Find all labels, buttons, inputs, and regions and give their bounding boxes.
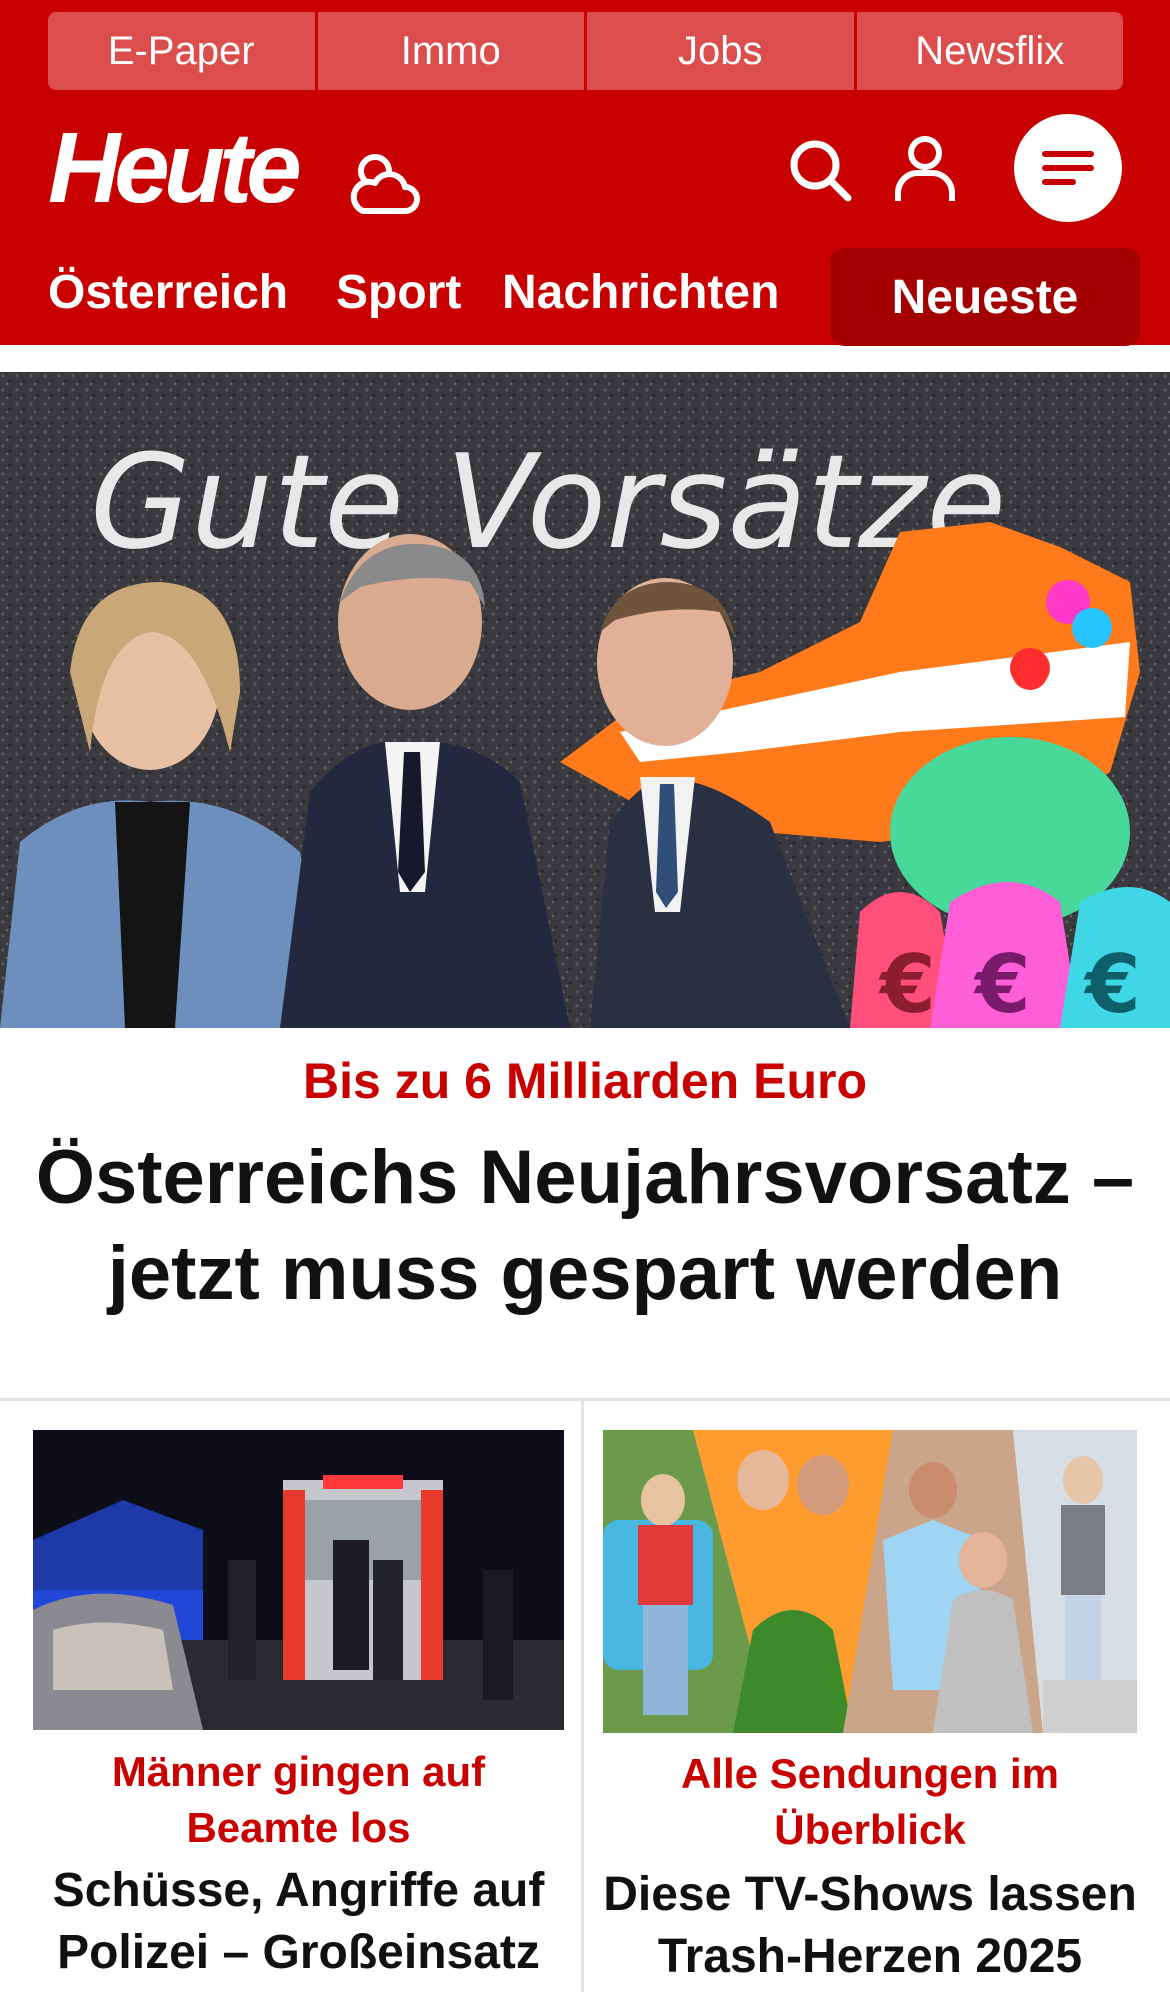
article-card-1-headline[interactable]: Schüsse, Angriffe auf Polizei – Großeins… <box>33 1860 564 1984</box>
section-divider <box>0 1398 1170 1401</box>
menu-icon <box>1042 151 1094 185</box>
site-header: E-Paper Immo Jobs Newsflix Heute Österre… <box>0 0 1170 346</box>
svg-text:€: € <box>1083 938 1141 1028</box>
nav-item-oesterreich[interactable]: Österreich <box>48 265 288 320</box>
article-card-2-image[interactable] <box>603 1430 1137 1733</box>
topbar-link-jobs[interactable]: Jobs <box>587 12 857 90</box>
topbar-link-epaper[interactable]: E-Paper <box>48 12 318 90</box>
article-card-2-kicker[interactable]: Alle Sendungen im Überblick <box>603 1746 1137 1858</box>
hero-headline[interactable]: Österreichs Neujahrsvorsatz – jetzt muss… <box>30 1130 1140 1322</box>
menu-button[interactable] <box>1014 114 1122 222</box>
search-icon[interactable] <box>785 135 855 205</box>
column-divider <box>581 1401 584 1992</box>
user-icon[interactable] <box>890 133 960 205</box>
svg-text:€: € <box>973 938 1031 1028</box>
article-card-1-kicker[interactable]: Männer gingen auf Beamte los <box>33 1744 564 1856</box>
article-card-2-headline[interactable]: Diese TV-Shows lassen Trash-Herzen 2025 <box>603 1864 1137 1988</box>
nav-item-nachrichten[interactable]: Nachrichten <box>502 265 779 320</box>
topbar-link-immo[interactable]: Immo <box>317 12 587 90</box>
svg-text:€: € <box>878 938 936 1028</box>
weather-cloud-sun-icon[interactable] <box>345 145 425 225</box>
nav-item-sport[interactable]: Sport <box>336 265 461 320</box>
site-logo[interactable]: Heute <box>48 118 302 218</box>
hero-image[interactable]: Gute Vorsätze € € € <box>0 372 1170 1028</box>
hero-kicker[interactable]: Bis zu 6 Milliarden Euro <box>0 1052 1170 1110</box>
nav-item-neueste[interactable]: Neueste <box>830 248 1140 346</box>
top-service-bar: E-Paper Immo Jobs Newsflix <box>48 12 1123 90</box>
topbar-link-newsflix[interactable]: Newsflix <box>856 12 1123 90</box>
hero-image-chalk-text: Gute Vorsätze <box>90 426 1006 578</box>
article-card-1-image[interactable] <box>33 1430 564 1730</box>
